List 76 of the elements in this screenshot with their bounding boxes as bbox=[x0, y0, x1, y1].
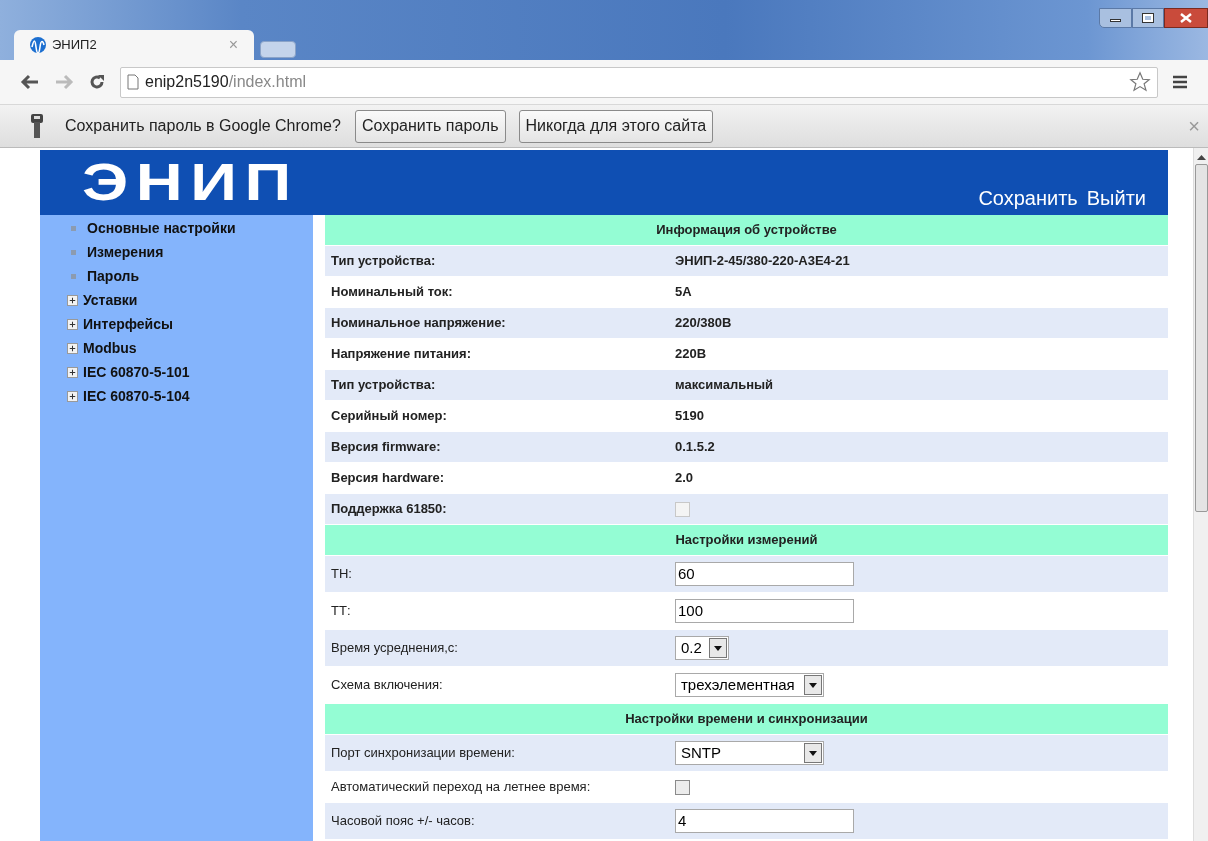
sidebar-item[interactable]: Modbus bbox=[83, 338, 137, 359]
input-field[interactable]: 4 bbox=[675, 809, 854, 833]
value-text: 2.0 bbox=[675, 469, 694, 488]
field-label: Часовой пояс +/- часов: bbox=[330, 812, 476, 831]
browser-tab[interactable]: ЭНИП2 × bbox=[14, 30, 254, 60]
reload-icon[interactable] bbox=[88, 73, 106, 91]
checkbox[interactable] bbox=[675, 779, 690, 795]
caret-icon bbox=[709, 638, 727, 658]
field-label: Автоматический переход на летнее время: bbox=[330, 778, 592, 797]
field-label: Версия firmware: bbox=[330, 438, 442, 457]
expand-icon[interactable] bbox=[67, 391, 78, 402]
maximize-button[interactable] bbox=[1132, 8, 1164, 28]
wave-logo-icon bbox=[30, 37, 46, 53]
dropdown[interactable]: SNTP bbox=[675, 741, 824, 765]
value-text: 220В bbox=[675, 345, 707, 364]
sidebar-item[interactable]: Пароль bbox=[87, 266, 140, 287]
dropdown[interactable]: 0.2 bbox=[675, 636, 729, 660]
minimize-button[interactable] bbox=[1099, 8, 1132, 28]
sidebar-item[interactable]: Основные настройки bbox=[87, 218, 236, 239]
back-icon[interactable] bbox=[20, 74, 40, 90]
section-header: Настройки измерений bbox=[325, 525, 1168, 555]
field-label: Время усреднения,с: bbox=[330, 639, 459, 658]
field-label: Поддержка 61850: bbox=[330, 500, 448, 519]
caret-icon bbox=[804, 675, 822, 695]
field-label: Тип устройства: bbox=[330, 376, 437, 395]
bullet-icon bbox=[71, 274, 76, 279]
infobar-button[interactable]: Никогда для этого сайта bbox=[518, 109, 714, 143]
value-text: максимальный bbox=[675, 376, 774, 395]
value-text: 220/380В bbox=[675, 314, 732, 333]
field-label: Номинальный ток: bbox=[330, 283, 454, 302]
scroll-up-icon[interactable] bbox=[1196, 154, 1206, 160]
field-label: ТН: bbox=[330, 565, 353, 584]
dropdown[interactable]: трехэлементная bbox=[675, 673, 824, 697]
field-label: Напряжение питания: bbox=[330, 345, 472, 364]
page-icon bbox=[127, 74, 139, 90]
tab-title: ЭНИП2 bbox=[52, 36, 98, 55]
bullet-icon bbox=[71, 250, 76, 255]
menu-icon[interactable] bbox=[1172, 74, 1188, 90]
caret-icon bbox=[804, 743, 822, 763]
infobar-message: Сохранить пароль в Google Chrome? bbox=[65, 116, 341, 136]
expand-icon[interactable] bbox=[67, 319, 78, 330]
sidebar-item[interactable]: Измерения bbox=[87, 242, 164, 263]
key-icon bbox=[30, 113, 44, 139]
expand-icon[interactable] bbox=[67, 343, 78, 354]
infobar-button[interactable]: Сохранить пароль bbox=[354, 109, 506, 143]
logo-text: ЭНИП bbox=[82, 156, 299, 208]
value-text: ЭНИП-2-45/380-220-А3Е4-21 bbox=[675, 252, 850, 271]
value-text: 0.1.5.2 bbox=[675, 438, 715, 457]
value-text: 5А bbox=[675, 283, 692, 302]
star-icon[interactable] bbox=[1129, 71, 1151, 93]
field-label: Тип устройства: bbox=[330, 252, 437, 271]
scrollbar[interactable] bbox=[1193, 148, 1208, 841]
section-header: Информация об устройстве bbox=[325, 215, 1168, 245]
close-window-button[interactable] bbox=[1164, 8, 1208, 28]
value-text: 5190 bbox=[675, 407, 704, 426]
url-text: enip2n5190/index.html bbox=[145, 72, 307, 92]
field-label: ТТ: bbox=[330, 602, 352, 621]
close-icon bbox=[1180, 13, 1192, 23]
sidebar-item[interactable]: Уставки bbox=[83, 290, 138, 311]
header-link[interactable]: Выйти bbox=[1086, 183, 1146, 213]
bullet-icon bbox=[71, 226, 76, 231]
field-label: Порт синхронизации времени: bbox=[330, 744, 516, 763]
field-label: Схема включения: bbox=[330, 676, 444, 695]
field-label: Версия hardware: bbox=[330, 469, 446, 488]
sidebar-item[interactable]: Интерфейсы bbox=[83, 314, 173, 335]
sidebar-item[interactable]: IEC 60870-5-101 bbox=[83, 362, 190, 383]
field-label: Номинальное напряжение: bbox=[330, 314, 507, 333]
section-header: Настройки времени и синхронизации bbox=[325, 704, 1168, 734]
header-link[interactable]: Сохранить bbox=[978, 183, 1078, 213]
expand-icon[interactable] bbox=[67, 295, 78, 306]
input-field[interactable]: 100 bbox=[675, 599, 854, 623]
expand-icon[interactable] bbox=[67, 367, 78, 378]
input-field[interactable]: 60 bbox=[675, 562, 854, 586]
sidebar-item[interactable]: IEC 60870-5-104 bbox=[83, 386, 190, 407]
field-label: Серийный номер: bbox=[330, 407, 448, 426]
address-bar[interactable]: enip2n5190/index.html bbox=[120, 66, 1158, 98]
